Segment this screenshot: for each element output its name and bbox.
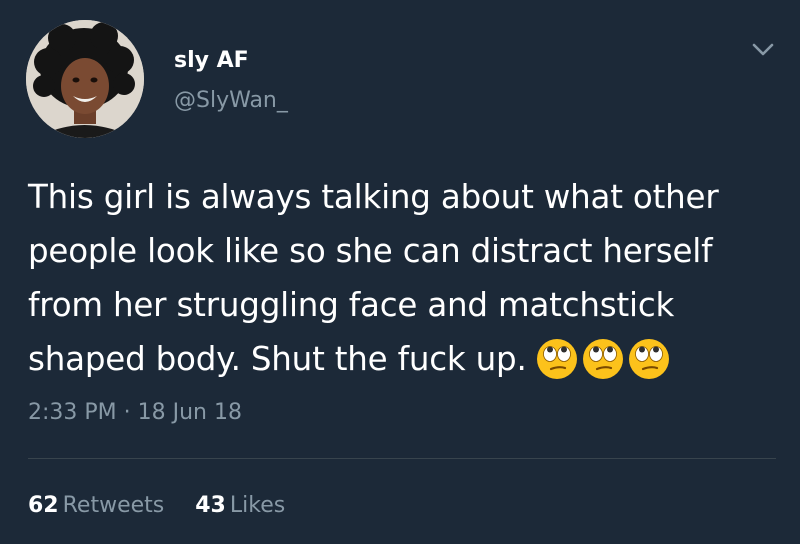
tweet-stats: 62 Retweets 43 Likes (28, 493, 309, 518)
author-display-name[interactable]: sly AF (174, 48, 249, 73)
face-with-rolling-eyes-emoji (628, 339, 669, 379)
likes-label: Likes (229, 493, 286, 518)
stats-divider (28, 458, 776, 459)
avatar-photo (26, 20, 144, 138)
tweet-timestamp[interactable]: 2:33 PM · 18 Jun 18 (28, 400, 242, 425)
retweets-label: Retweets (62, 493, 165, 518)
retweets-stat[interactable]: 62 Retweets (28, 493, 164, 518)
likes-stat[interactable]: 43 Likes (195, 493, 285, 518)
emoji-group (535, 330, 673, 384)
face-with-rolling-eyes-emoji (536, 339, 577, 379)
author-handle[interactable]: @SlyWan_ (174, 88, 288, 113)
retweets-count: 62 (28, 493, 59, 518)
likes-count: 43 (195, 493, 226, 518)
chevron-down-icon[interactable] (748, 36, 778, 62)
avatar[interactable] (26, 20, 144, 138)
face-with-rolling-eyes-emoji (582, 339, 623, 379)
tweet-text-container: This girl is always talking about what o… (28, 170, 768, 388)
